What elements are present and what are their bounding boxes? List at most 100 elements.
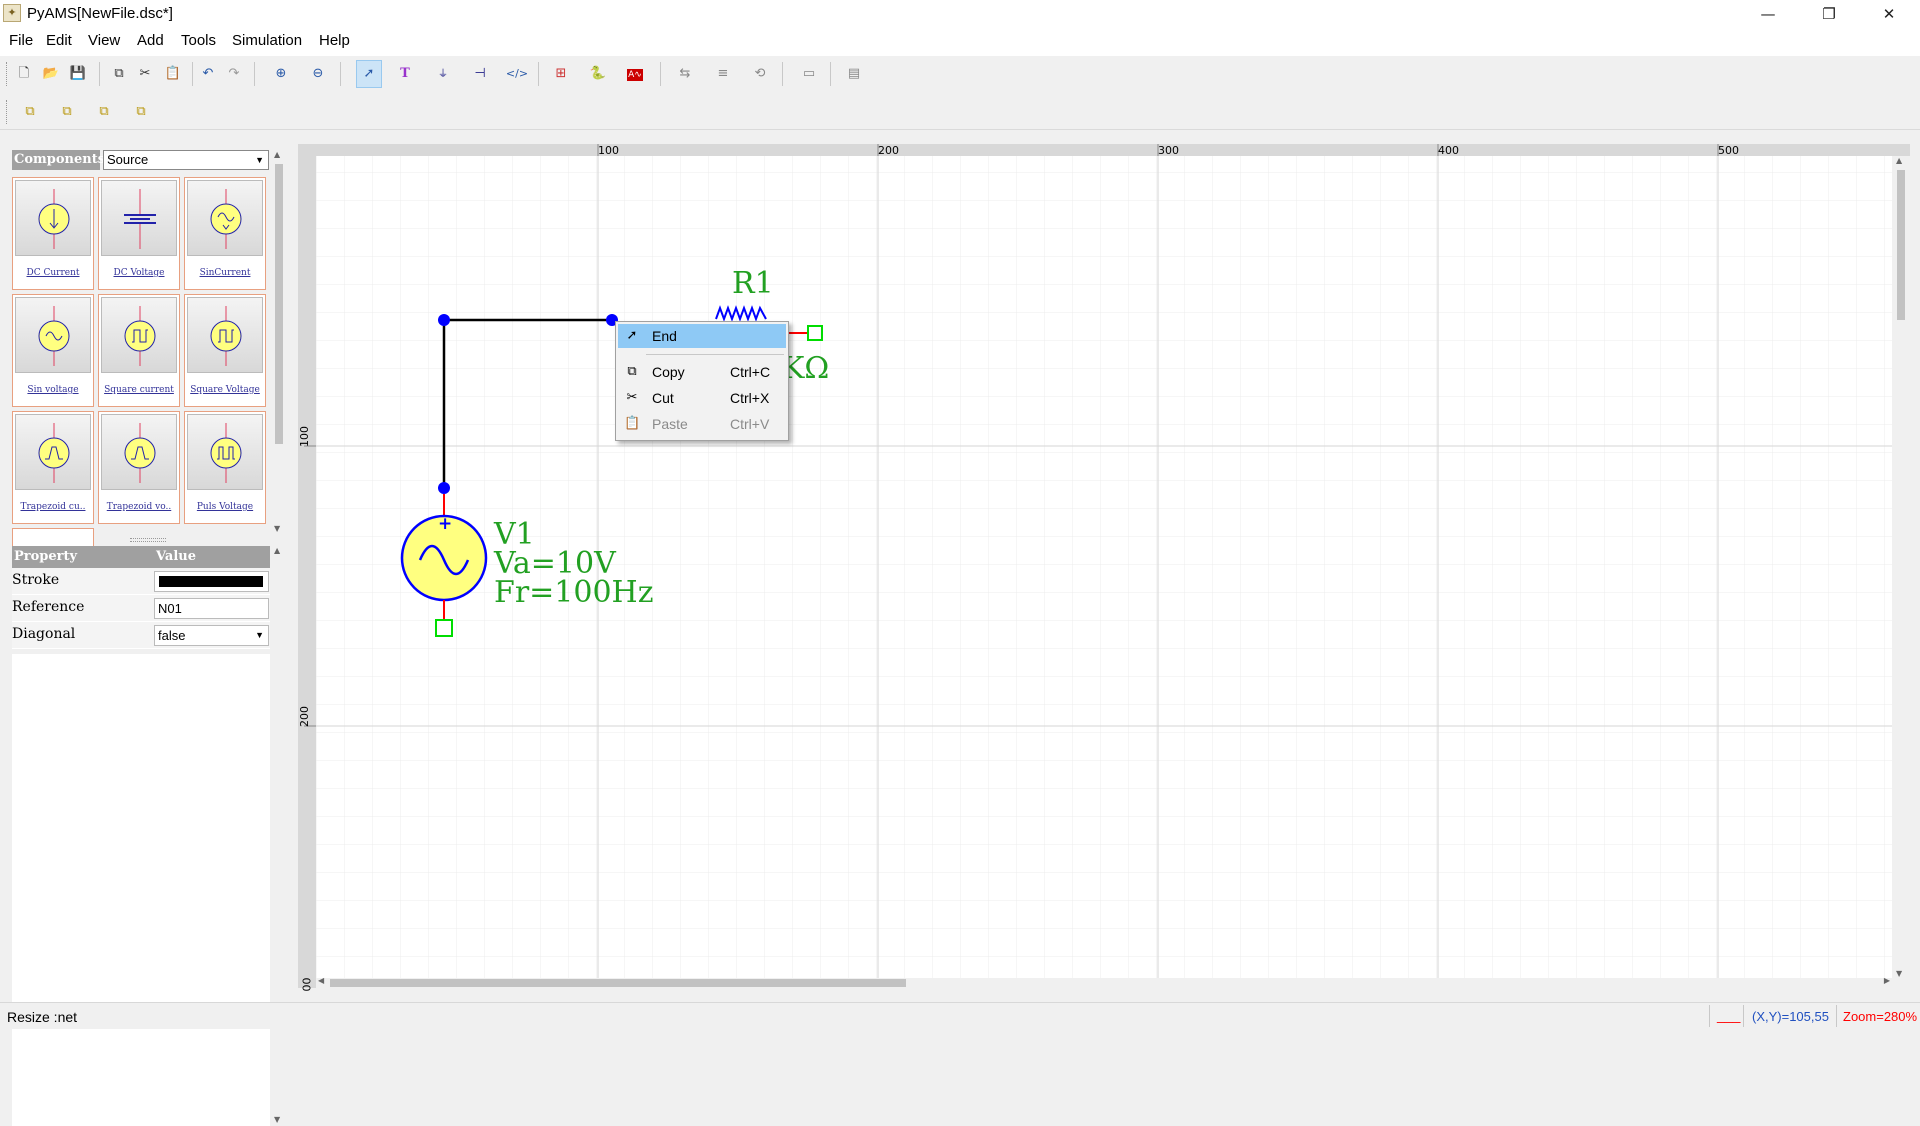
window-title: PyAMS[NewFile.dsc*] <box>27 5 173 22</box>
pointer-icon: ➚ <box>626 327 638 342</box>
zoom-out-icon[interactable]: ⊖ <box>306 62 330 86</box>
undo-icon[interactable]: ↶ <box>196 62 220 86</box>
toolbar-grip[interactable] <box>6 62 9 86</box>
source-amplitude-label[interactable]: Va=10V <box>494 549 616 579</box>
canvas-horizontal-scrollbar[interactable]: ◀ ▶ <box>316 976 1892 988</box>
menu-edit[interactable]: Edit <box>46 32 72 49</box>
ground-tool-icon[interactable]: ⏚ <box>431 62 455 86</box>
context-menu-end[interactable]: ➚ End <box>618 324 786 348</box>
open-file-icon[interactable]: 📂 <box>39 62 63 86</box>
analysis-icon[interactable]: A∿ <box>623 62 647 86</box>
source-frequency-label[interactable]: Fr=100Hz <box>494 578 654 608</box>
component-pulse-voltage[interactable]: Puls Voltage <box>184 411 266 524</box>
save-icon[interactable]: 💾 <box>66 62 90 86</box>
component-trapezoid-current[interactable]: Trapezoid cu.. <box>12 411 94 524</box>
component-dc-current[interactable]: DC Current <box>12 177 94 290</box>
maximize-button[interactable]: ❐ <box>1806 0 1852 28</box>
port-tool-icon[interactable]: ⊣ <box>468 62 492 86</box>
new-file-icon[interactable]: 🗋 <box>12 62 36 86</box>
scroll-down-icon[interactable]: ▼ <box>1896 969 1902 978</box>
text-tool-icon[interactable]: T <box>393 62 417 86</box>
menu-view[interactable]: View <box>88 32 120 49</box>
source-name-label[interactable]: V1 <box>494 520 535 550</box>
cut-icon[interactable]: ✂ <box>133 62 157 86</box>
scroll-left-icon[interactable]: ◀ <box>318 976 324 985</box>
component-label: DC Current <box>26 268 80 278</box>
scrollbar-thumb[interactable] <box>275 164 283 444</box>
component-dc-voltage[interactable]: DC Voltage <box>98 177 180 290</box>
send-backward-icon[interactable]: ⧉ <box>129 100 153 124</box>
source-terminal[interactable] <box>435 619 453 637</box>
stroke-color-field[interactable] <box>154 571 269 592</box>
paste-icon[interactable]: 📋 <box>161 62 185 86</box>
rotate-icon[interactable]: ⟲ <box>748 62 772 86</box>
align-icon[interactable]: ≡ <box>711 62 735 86</box>
component-square-voltage[interactable]: Square Voltage <box>184 294 266 407</box>
send-to-back-icon[interactable]: ⧉ <box>55 100 79 124</box>
component-square-current[interactable]: Square current <box>98 294 180 407</box>
component-category-select[interactable]: Source ▼ <box>103 150 269 170</box>
context-menu-label: Paste <box>652 416 688 432</box>
frame-icon[interactable]: ▤ <box>842 62 866 86</box>
context-menu-label: Copy <box>652 364 685 380</box>
resistor-body[interactable] <box>715 305 767 322</box>
menu-tools[interactable]: Tools <box>181 32 216 49</box>
schematic-canvas[interactable]: 100 200 300 400 500 100 200 00 + R1 KΩ V… <box>298 140 1910 992</box>
context-menu-cut[interactable]: ✂ Cut Ctrl+X <box>618 386 786 410</box>
property-column-header: Property <box>14 549 78 564</box>
canvas-vertical-scrollbar[interactable]: ▲ ▼ <box>1895 156 1907 978</box>
scroll-right-icon[interactable]: ▶ <box>1884 976 1890 985</box>
probe-tool-icon[interactable]: ⊞ <box>549 62 573 86</box>
main-toolbar: 🗋 📂 💾 ⧉ ✂ 📋 ↶ ↷ ⊕ ⊖ ➚ T ⏚ ⊣ </> ⊞ 🐍 A∿ ⇆… <box>0 56 1920 92</box>
menu-file[interactable]: File <box>9 32 33 49</box>
component-trapezoid-voltage[interactable]: Trapezoid vo.. <box>98 411 180 524</box>
property-table: Property Value Stroke Reference N01 Diag… <box>12 546 270 649</box>
net-node-start[interactable] <box>438 482 450 494</box>
scrollbar-thumb[interactable] <box>1897 170 1905 320</box>
component-sin-voltage[interactable]: Sin voltage <box>12 294 94 407</box>
python-icon[interactable]: 🐍 <box>586 62 610 86</box>
reference-field[interactable]: N01 <box>154 598 269 619</box>
diagonal-select[interactable]: false ▼ <box>154 625 269 646</box>
copy-icon[interactable]: ⧉ <box>107 62 131 86</box>
paste-icon: 📋 <box>624 415 641 430</box>
scroll-up-icon[interactable]: ▲ <box>1896 156 1902 165</box>
flip-horizontal-icon[interactable]: ⇆ <box>673 62 697 86</box>
property-name: Diagonal <box>12 626 76 642</box>
select-pointer-icon[interactable]: ➚ <box>356 60 382 88</box>
resistor-terminal[interactable] <box>807 325 823 341</box>
zoom-in-icon[interactable]: ⊕ <box>269 62 293 86</box>
resistor-name-label[interactable]: R1 <box>732 266 774 301</box>
bring-to-front-icon[interactable]: ⧉ <box>18 100 42 124</box>
scroll-up-icon[interactable]: ▲ <box>274 150 280 159</box>
context-menu-copy[interactable]: ⧉ Copy Ctrl+C <box>618 360 786 384</box>
toolbar-separator <box>340 62 341 86</box>
bring-forward-icon[interactable]: ⧉ <box>92 100 116 124</box>
menu-simulation[interactable]: Simulation <box>232 32 302 49</box>
component-label: Square Voltage <box>190 385 260 395</box>
menu-help[interactable]: Help <box>319 32 350 49</box>
splitter-handle[interactable] <box>130 538 166 542</box>
scrollbar-thumb[interactable] <box>330 979 906 987</box>
scroll-up-icon[interactable]: ▲ <box>274 546 280 555</box>
minimize-button[interactable]: — <box>1745 0 1791 28</box>
html-tool-icon[interactable]: </> <box>505 62 529 86</box>
image-icon[interactable]: ▭ <box>797 62 821 86</box>
properties-scrollbar[interactable]: ▲ ▼ <box>273 546 285 1124</box>
scroll-down-icon[interactable]: ▼ <box>274 524 280 533</box>
components-scrollbar[interactable]: ▲ ▼ <box>273 150 285 533</box>
scroll-down-icon[interactable]: ▼ <box>274 1115 280 1124</box>
menu-add[interactable]: Add <box>137 32 164 49</box>
resistor-value-label[interactable]: KΩ <box>782 351 829 386</box>
net-node-corner[interactable] <box>438 314 450 326</box>
component-sin-current[interactable]: SinCurrent <box>184 177 266 290</box>
context-menu-label: End <box>652 328 677 344</box>
toolbar-grip[interactable] <box>6 100 9 124</box>
component-label: Square current <box>104 385 174 395</box>
close-button[interactable]: ✕ <box>1866 0 1912 28</box>
redo-icon[interactable]: ↷ <box>222 62 246 86</box>
trapezoid-current-source-icon <box>15 414 91 490</box>
square-voltage-source-icon <box>187 297 263 373</box>
status-divider <box>1743 1005 1744 1027</box>
toolbar-separator <box>660 62 661 86</box>
